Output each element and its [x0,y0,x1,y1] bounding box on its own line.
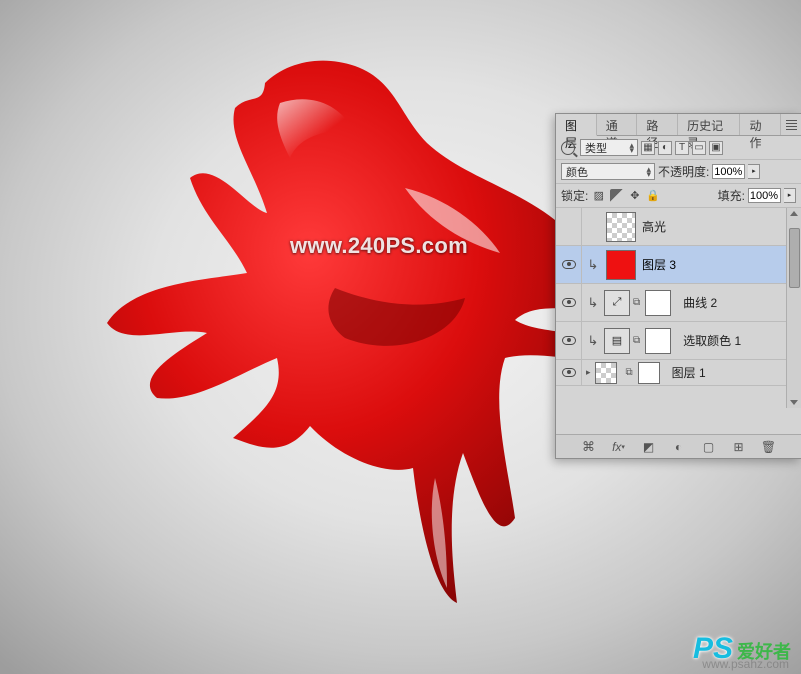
filter-shape-icon[interactable]: ▭ [692,141,706,155]
layer-mask-thumb[interactable] [638,362,660,384]
tab-actions[interactable]: 动作 [740,114,781,135]
menu-icon [786,120,797,130]
opacity-field[interactable] [712,164,745,179]
fill-input[interactable]: ▸ [748,188,796,204]
scrollbar-thumb[interactable] [789,228,800,288]
layers-list: 高光 ↳ 图层 3 ↳ ⤢ ⧉ 曲线 2 ↳ ▤ ⧉ [556,208,801,408]
layer-mask-thumb[interactable] [645,290,671,316]
visibility-toggle[interactable] [556,284,582,321]
search-icon [561,141,575,155]
blend-mode-value: 颜色 [566,164,588,180]
layer-thumb[interactable] [606,212,636,242]
link-icon[interactable]: ⧉ [633,335,640,346]
panel-bottombar: ⌘ fx▾ ◩ ◐ ▢ ⊞ 🗑 [556,434,801,458]
watermark-center: www.240PS.com [290,233,468,259]
eye-icon [562,368,576,377]
clip-indicator-icon: ↳ [582,257,604,273]
clip-indicator-icon: ↳ [582,295,604,311]
filter-kind-label: 类型 [585,140,607,156]
panel-tabs: 图层 通道 路径 历史记录 动作 [556,114,801,136]
link-icon[interactable]: ⧉ [633,297,640,308]
fx-button[interactable]: fx▾ [610,439,628,455]
layer-thumb[interactable] [595,362,617,384]
watermark-url: www.psahz.com [702,657,789,671]
chevron-updown-icon: ▴▾ [646,167,651,177]
layer-row[interactable]: ↳ ⤢ ⧉ 曲线 2 [556,284,801,322]
chevron-updown-icon: ▴▾ [629,143,634,153]
blend-mode-select[interactable]: 颜色 ▴▾ [561,163,655,180]
brush-icon [610,189,624,203]
layer-name[interactable]: 曲线 2 [683,294,717,311]
layer-thumb[interactable] [606,250,636,280]
lock-row: 锁定: ▨ ✥ 🔒 填充: ▸ [556,184,801,208]
opacity-label: 不透明度: [658,163,709,180]
layers-scrollbar[interactable] [786,208,801,408]
delete-layer-button[interactable]: 🗑 [760,439,778,455]
new-group-button[interactable]: ▢ [700,439,718,455]
new-layer-button[interactable]: ⊞ [730,439,748,455]
lock-transparency-icon[interactable]: ▨ [591,188,606,203]
layer-mask-thumb[interactable] [645,328,671,354]
visibility-toggle[interactable] [556,246,582,283]
layer-name[interactable]: 图层 1 [672,364,706,381]
tab-history[interactable]: 历史记录 [678,114,740,135]
layers-panel: 图层 通道 路径 历史记录 动作 类型 ▴▾ ▦ ◐ T ▭ ▣ 颜色 ▴▾ 不… [555,113,801,459]
eye-icon [562,336,576,345]
chevron-right-icon[interactable]: ▸ [748,164,760,179]
tab-layers[interactable]: 图层 [556,114,597,136]
lock-position-icon[interactable]: ✥ [627,188,642,203]
eye-icon [562,260,576,269]
layer-row[interactable]: ↳ ▤ ⧉ 选取颜色 1 [556,322,801,360]
filter-kind-select[interactable]: 类型 ▴▾ [580,139,638,156]
layer-row[interactable]: ▸ ⧉ 图层 1 [556,360,801,386]
filter-type-icon[interactable]: T [675,141,689,155]
visibility-toggle[interactable] [556,360,582,385]
fill-field[interactable] [748,188,781,203]
filter-pixel-icon[interactable]: ▦ [641,141,655,155]
curves-adj-icon[interactable]: ⤢ [604,290,630,316]
layer-name[interactable]: 图层 3 [642,256,676,273]
layer-row[interactable]: ↳ 图层 3 [556,246,801,284]
selective-color-adj-icon[interactable]: ▤ [604,328,630,354]
filter-smart-icon[interactable]: ▣ [709,141,723,155]
new-adjustment-button[interactable]: ◐ [670,439,688,455]
artwork-liquid-horse [85,48,625,608]
layer-name[interactable]: 选取颜色 1 [683,332,741,349]
chevron-right-icon[interactable]: ▸ [784,188,796,203]
lock-pixels-icon[interactable] [609,188,624,203]
visibility-toggle[interactable] [556,208,582,245]
collapse-toggle-icon[interactable]: ▸ [586,367,591,378]
blend-row: 颜色 ▴▾ 不透明度: ▸ [556,160,801,184]
clip-indicator-icon: ↳ [582,333,604,349]
fill-label: 填充: [718,187,745,204]
eye-icon [562,298,576,307]
add-mask-button[interactable]: ◩ [640,439,658,455]
filter-adjust-icon[interactable]: ◐ [658,141,672,155]
link-icon[interactable]: ⧉ [626,367,633,378]
opacity-input[interactable]: ▸ [712,164,760,180]
tab-channels[interactable]: 通道 [597,114,638,135]
visibility-toggle[interactable] [556,322,582,359]
layer-row[interactable]: 高光 [556,208,801,246]
tab-paths[interactable]: 路径 [637,114,678,135]
filter-row: 类型 ▴▾ ▦ ◐ T ▭ ▣ [556,136,801,160]
panel-menu-button[interactable] [781,114,801,135]
lock-all-icon[interactable]: 🔒 [645,188,660,203]
layer-name[interactable]: 高光 [642,218,666,235]
lock-label: 锁定: [561,187,588,204]
link-layers-button[interactable]: ⌘ [580,439,598,455]
